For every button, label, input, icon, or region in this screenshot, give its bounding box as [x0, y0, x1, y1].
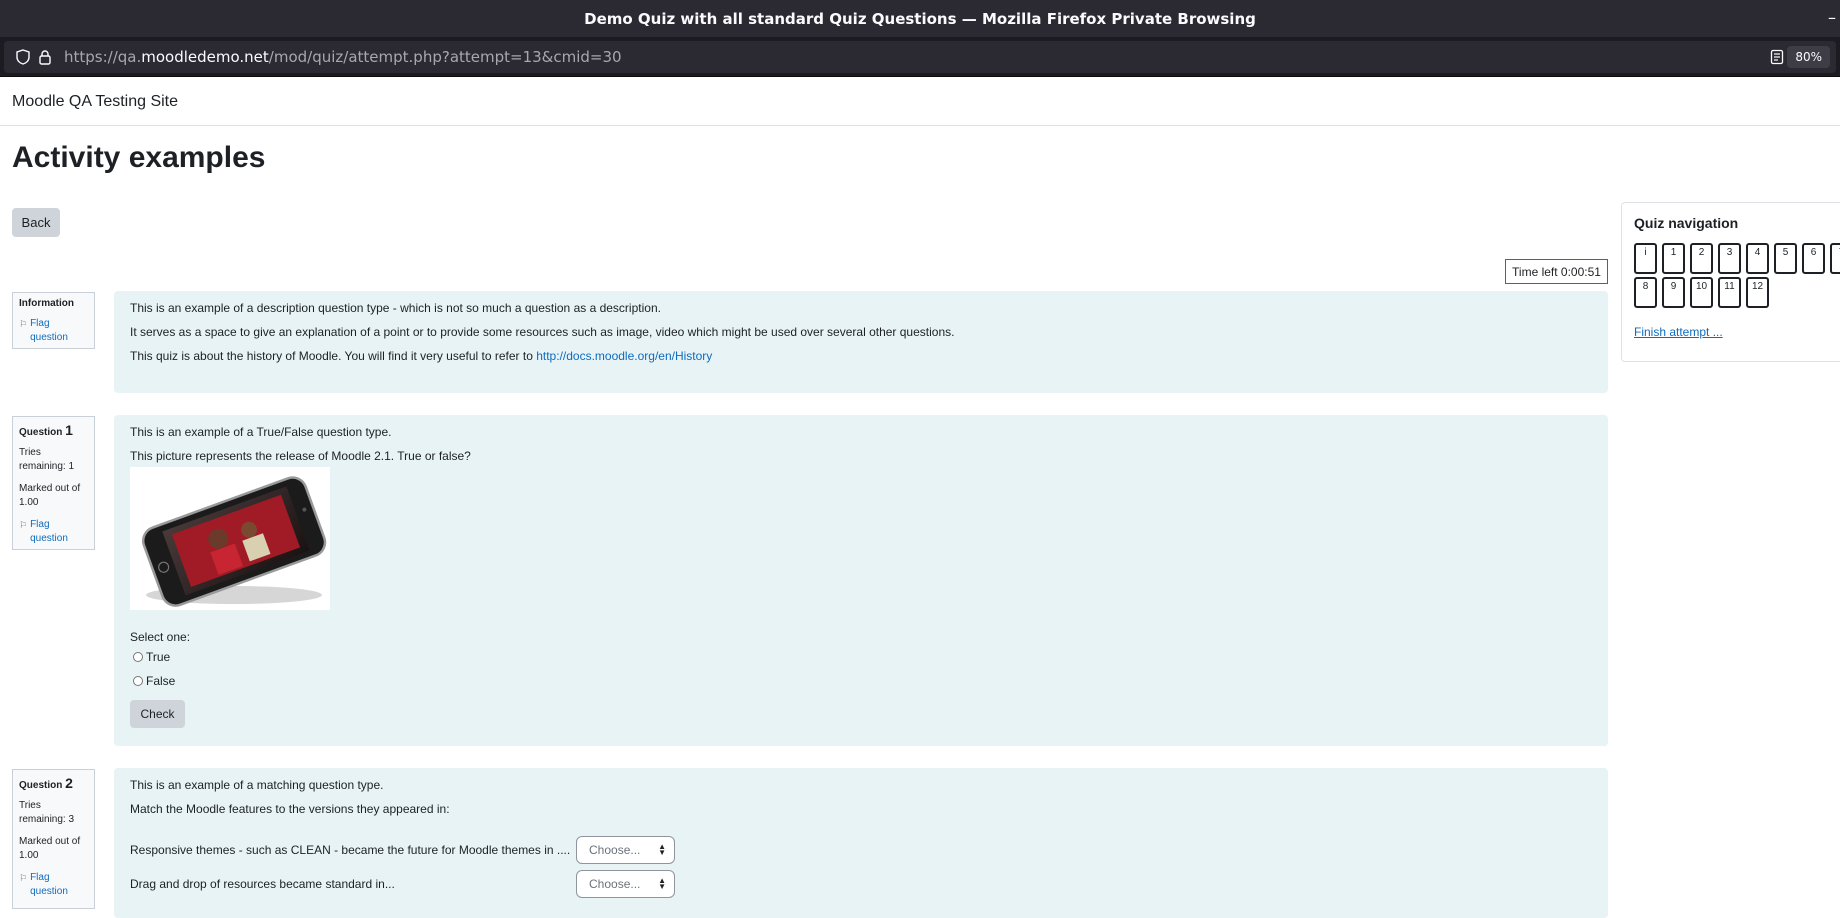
- url-prefix: https://qa.: [64, 48, 142, 66]
- nav-button-12[interactable]: 12: [1746, 277, 1769, 308]
- nav-button-8[interactable]: 8: [1634, 277, 1657, 308]
- match-stem: Drag and drop of resources became standa…: [130, 877, 395, 891]
- option-true-label[interactable]: True: [146, 650, 170, 664]
- minimize-button[interactable]: –: [1828, 8, 1836, 27]
- flag-label: Flag question: [30, 872, 68, 897]
- question-1-intro: This is an example of a True/False quest…: [130, 425, 392, 439]
- info-line-2: It serves as a space to give an explanat…: [130, 325, 955, 339]
- url-path: /mod/quiz/attempt.php?attempt=13&cmid=30: [268, 48, 622, 66]
- flag-question-link[interactable]: ⚐ Flag question: [19, 871, 88, 899]
- updown-arrows-icon: ▲ ▼: [658, 876, 666, 891]
- site-header: Moodle QA Testing Site: [0, 78, 1840, 126]
- question-number: Question 2: [19, 775, 73, 791]
- info-block-content: This is an example of a description ques…: [114, 291, 1608, 393]
- match-row: Responsive themes - such as CLEAN - beca…: [130, 836, 1592, 864]
- info-block-sidebar: Information ⚐ Flag question: [12, 292, 95, 349]
- match-select[interactable]: Choose... ▲ ▼: [576, 870, 675, 898]
- finish-attempt-link[interactable]: Finish attempt ...: [1634, 325, 1840, 339]
- browser-toolbar: https://qa.moodledemo.net/mod/quiz/attem…: [0, 37, 1840, 77]
- shield-icon[interactable]: [12, 49, 34, 65]
- check-button[interactable]: Check: [130, 700, 185, 728]
- back-button[interactable]: Back: [12, 208, 60, 237]
- time-left-badge: Time left 0:00:51: [1505, 259, 1608, 284]
- radio-true[interactable]: [133, 652, 143, 662]
- select-one-label: Select one:: [130, 630, 191, 644]
- match-row: Drag and drop of resources became standa…: [130, 870, 1592, 898]
- radio-false[interactable]: [133, 676, 143, 686]
- match-select[interactable]: Choose... ▲ ▼: [576, 836, 675, 864]
- quiz-navigation-title: Quiz navigation: [1634, 215, 1739, 231]
- option-true[interactable]: True: [133, 650, 1592, 664]
- marked-out-of: Marked out of 1.00: [19, 836, 81, 861]
- question-1-sidebar: Question 1 Tries remaining: 1 Marked out…: [12, 416, 95, 550]
- flag-question-link[interactable]: ⚐ Flag question: [19, 317, 88, 345]
- marked-out-of: Marked out of 1.00: [19, 483, 81, 508]
- history-text: This quiz is about the history of Moodle…: [130, 349, 537, 363]
- site-name[interactable]: Moodle QA Testing Site: [12, 93, 178, 111]
- nav-button-4[interactable]: 4: [1746, 243, 1769, 274]
- zoom-level-button[interactable]: 80%: [1787, 46, 1830, 68]
- updown-arrows-icon: ▲ ▼: [658, 842, 666, 857]
- question-number: Question 1: [19, 422, 73, 438]
- smartphone-image: [130, 467, 330, 610]
- window-title: Demo Quiz with all standard Quiz Questio…: [584, 9, 1256, 28]
- question-2-sidebar: Question 2 Tries remaining: 3 Marked out…: [12, 769, 95, 909]
- tries-remaining: Tries remaining: 3: [19, 800, 75, 825]
- reader-view-icon[interactable]: [1770, 49, 1784, 70]
- quiz-navigation-grid: i 1 2 3 4 5 6 7 8 9 10 11 12: [1634, 243, 1840, 311]
- tries-remaining: Tries remaining: 1: [19, 447, 75, 472]
- nav-button-info[interactable]: i: [1634, 243, 1657, 274]
- url-field[interactable]: https://qa.moodledemo.net/mod/quiz/attem…: [4, 41, 1836, 73]
- flag-icon: ⚐: [19, 319, 28, 329]
- window-titlebar: Demo Quiz with all standard Quiz Questio…: [0, 0, 1840, 37]
- nav-button-11[interactable]: 11: [1718, 277, 1741, 308]
- lock-icon[interactable]: [34, 49, 56, 65]
- info-line-3: This quiz is about the history of Moodle…: [130, 349, 1592, 363]
- flag-question-link[interactable]: ⚐ Flag question: [19, 518, 88, 546]
- nav-button-9[interactable]: 9: [1662, 277, 1685, 308]
- option-false-label[interactable]: False: [146, 674, 175, 688]
- nav-button-7[interactable]: 7: [1830, 243, 1840, 274]
- page-title: Activity examples: [12, 141, 266, 174]
- option-false[interactable]: False: [133, 674, 1592, 688]
- question-2-prompt: Match the Moodle features to the version…: [130, 802, 450, 816]
- nav-button-3[interactable]: 3: [1718, 243, 1741, 274]
- quiz-navigation-block: Quiz navigation i 1 2 3 4 5 6 7 8 9 10 1…: [1621, 202, 1840, 362]
- nav-button-10[interactable]: 10: [1690, 277, 1713, 308]
- question-2-content: This is an example of a matching questio…: [114, 768, 1608, 918]
- question-1-prompt: This picture represents the release of M…: [130, 449, 471, 463]
- flag-label: Flag question: [30, 318, 68, 343]
- flag-icon: ⚐: [19, 873, 28, 883]
- flag-icon: ⚐: [19, 520, 28, 530]
- question-2-intro: This is an example of a matching questio…: [130, 778, 384, 792]
- history-link[interactable]: http://docs.moodle.org/en/History: [536, 349, 712, 363]
- info-label: Information: [19, 298, 74, 309]
- url-text[interactable]: https://qa.moodledemo.net/mod/quiz/attem…: [64, 48, 622, 66]
- question-1-content: This is an example of a True/False quest…: [114, 415, 1608, 746]
- nav-button-1[interactable]: 1: [1662, 243, 1685, 274]
- info-line-1: This is an example of a description ques…: [130, 301, 661, 315]
- match-stem: Responsive themes - such as CLEAN - beca…: [130, 843, 571, 857]
- nav-button-6[interactable]: 6: [1802, 243, 1825, 274]
- nav-button-5[interactable]: 5: [1774, 243, 1797, 274]
- url-host: moodledemo.net: [141, 48, 269, 66]
- flag-label: Flag question: [30, 519, 68, 544]
- nav-button-2[interactable]: 2: [1690, 243, 1713, 274]
